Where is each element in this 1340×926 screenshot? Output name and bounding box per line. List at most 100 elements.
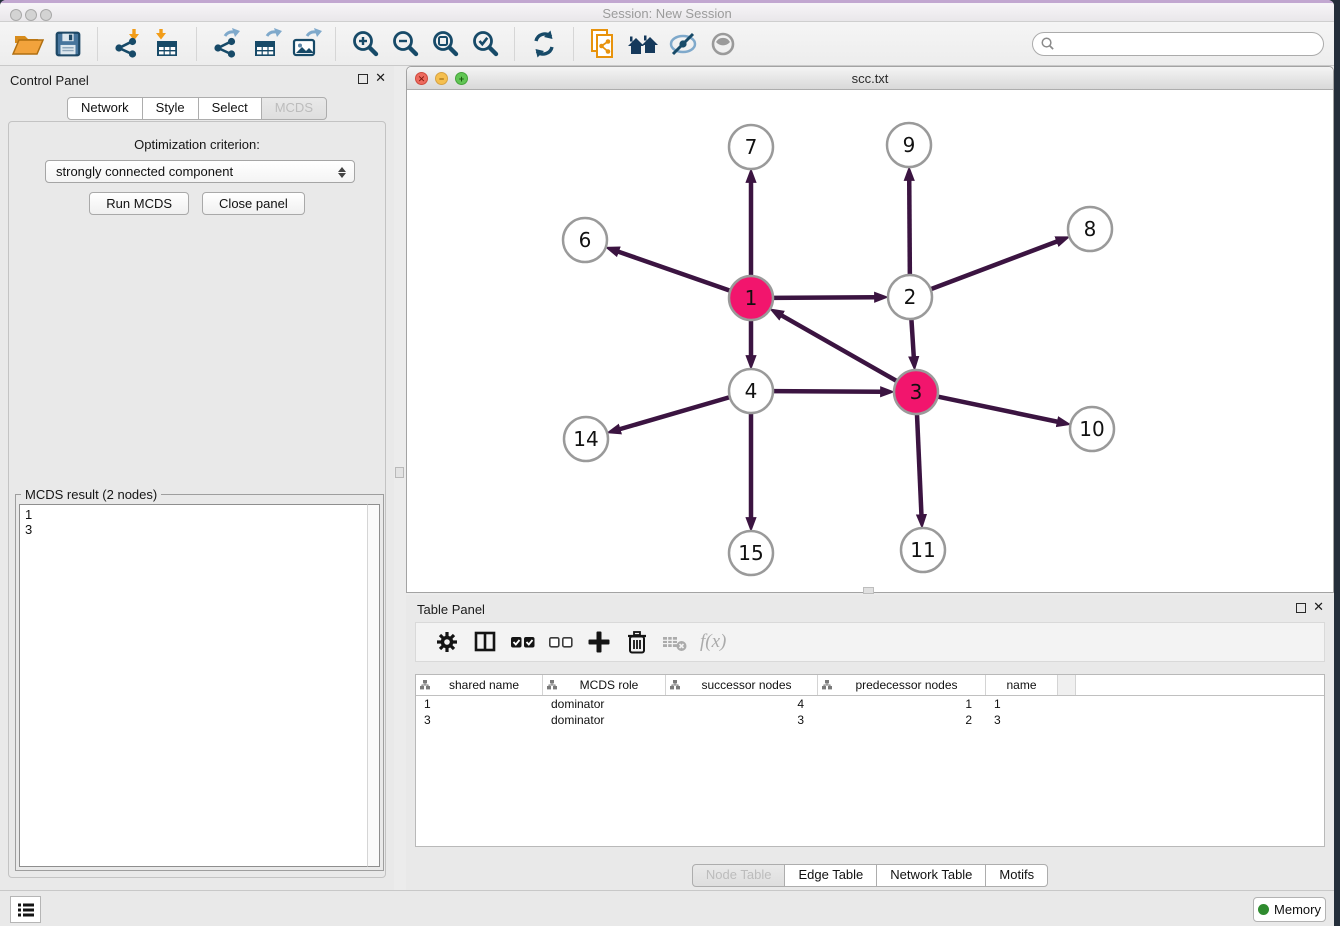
node-14[interactable]: 14 bbox=[564, 417, 608, 461]
import-table-icon[interactable] bbox=[150, 27, 184, 61]
tab-select[interactable]: Select bbox=[198, 97, 262, 120]
export-network-icon[interactable] bbox=[209, 27, 243, 61]
table-cell[interactable]: 1 bbox=[818, 696, 986, 712]
control-panel-header: Control Panel ✕ bbox=[0, 66, 394, 94]
edge-4-3[interactable] bbox=[773, 391, 882, 392]
edge-2-8[interactable] bbox=[931, 241, 1059, 289]
result-scrollbar[interactable] bbox=[367, 504, 380, 867]
table-cell[interactable]: 1 bbox=[986, 696, 1058, 712]
tab-edge-table[interactable]: Edge Table bbox=[784, 864, 877, 887]
node-3[interactable]: 3 bbox=[894, 370, 938, 414]
run-mcds-button[interactable]: Run MCDS bbox=[89, 192, 189, 215]
table-cell[interactable]: 1 bbox=[416, 696, 543, 712]
apply-layout-icon[interactable] bbox=[527, 27, 561, 61]
mcds-result-text[interactable]: 1 3 bbox=[19, 504, 367, 867]
unselect-all-columns-icon[interactable] bbox=[546, 627, 576, 657]
export-image-icon[interactable] bbox=[289, 27, 323, 61]
node-8[interactable]: 8 bbox=[1068, 207, 1112, 251]
save-session-icon[interactable] bbox=[51, 27, 85, 61]
memory-status-icon bbox=[1258, 904, 1269, 915]
node-7[interactable]: 7 bbox=[729, 125, 773, 169]
attribute-tree-icon bbox=[420, 680, 430, 690]
toolbar-separator bbox=[335, 27, 336, 61]
network-from-selection-icon[interactable] bbox=[586, 27, 620, 61]
search-icon bbox=[1040, 36, 1055, 51]
node-15[interactable]: 15 bbox=[729, 531, 773, 575]
table-options-gear-icon[interactable] bbox=[432, 627, 462, 657]
node-1[interactable]: 1 bbox=[729, 276, 773, 320]
memory-label: Memory bbox=[1274, 902, 1321, 917]
edge-4-14[interactable] bbox=[619, 397, 730, 429]
table-cell[interactable]: 3 bbox=[416, 712, 543, 728]
table-cell[interactable]: 2 bbox=[818, 712, 986, 728]
create-column-plus-icon[interactable] bbox=[584, 627, 614, 657]
status-bar: Memory bbox=[0, 890, 1334, 926]
column-header-successor-nodes[interactable]: successor nodes bbox=[666, 675, 818, 695]
node-6[interactable]: 6 bbox=[563, 218, 607, 262]
node-label: 7 bbox=[745, 135, 758, 159]
edge-3-10[interactable] bbox=[938, 397, 1059, 422]
import-network-icon[interactable] bbox=[110, 27, 144, 61]
table-cell[interactable]: dominator bbox=[543, 696, 666, 712]
column-header-name[interactable]: name bbox=[986, 675, 1058, 695]
zoom-out-icon[interactable] bbox=[388, 27, 422, 61]
memory-button[interactable]: Memory bbox=[1253, 897, 1326, 922]
task-history-button[interactable] bbox=[10, 896, 41, 923]
search-input[interactable] bbox=[1055, 35, 1323, 53]
zoom-fit-icon[interactable] bbox=[428, 27, 462, 61]
show-all-icon[interactable] bbox=[706, 27, 740, 61]
close-panel-button[interactable]: Close panel bbox=[202, 192, 305, 215]
float-table-panel-icon[interactable] bbox=[1296, 603, 1306, 613]
node-9[interactable]: 9 bbox=[887, 123, 931, 167]
search-field[interactable] bbox=[1032, 32, 1324, 56]
table-panel-title: Table Panel bbox=[417, 602, 485, 617]
node-label: 14 bbox=[573, 427, 598, 451]
delete-column-trash-icon[interactable] bbox=[622, 627, 652, 657]
tab-motifs[interactable]: Motifs bbox=[985, 864, 1048, 887]
criterion-dropdown[interactable]: strongly connected component bbox=[45, 160, 355, 183]
show-column-panel-icon[interactable] bbox=[470, 627, 500, 657]
table-cell[interactable]: dominator bbox=[543, 712, 666, 728]
edge-3-11[interactable] bbox=[917, 414, 922, 516]
node-table: shared nameMCDS rolesuccessor nodesprede… bbox=[415, 674, 1325, 847]
node-4[interactable]: 4 bbox=[729, 369, 773, 413]
tab-style[interactable]: Style bbox=[142, 97, 199, 120]
vertical-split-handle[interactable] bbox=[395, 467, 404, 478]
tab-network-table[interactable]: Network Table bbox=[876, 864, 986, 887]
zoom-selected-icon[interactable] bbox=[468, 27, 502, 61]
first-neighbors-icon[interactable] bbox=[626, 27, 660, 61]
hide-selected-icon[interactable] bbox=[666, 27, 700, 61]
export-table-icon[interactable] bbox=[249, 27, 283, 61]
horizontal-split-handle[interactable] bbox=[863, 587, 874, 594]
table-cell[interactable]: 4 bbox=[666, 696, 818, 712]
tab-node-table[interactable]: Node Table bbox=[692, 864, 786, 887]
edge-2-9[interactable] bbox=[909, 179, 910, 275]
open-session-icon[interactable] bbox=[11, 27, 45, 61]
table-body: 1dominator4113dominator323 bbox=[416, 696, 1324, 728]
network-canvas[interactable]: 7 9 6 8 1 2 4 3 14 10 15 11 bbox=[407, 90, 1333, 592]
table-row[interactable]: 3dominator323 bbox=[416, 712, 1324, 728]
column-header-shared-name[interactable]: shared name bbox=[416, 675, 543, 695]
node-10[interactable]: 10 bbox=[1070, 407, 1114, 451]
tab-network[interactable]: Network bbox=[67, 97, 143, 120]
float-panel-icon[interactable] bbox=[358, 74, 368, 84]
table-row[interactable]: 1dominator411 bbox=[416, 696, 1324, 712]
table-cell[interactable]: 3 bbox=[986, 712, 1058, 728]
node-label: 3 bbox=[910, 380, 923, 404]
edge-3-1[interactable] bbox=[781, 315, 897, 381]
column-header-predecessor-nodes[interactable]: predecessor nodes bbox=[818, 675, 986, 695]
node-11[interactable]: 11 bbox=[901, 528, 945, 572]
tab-mcds[interactable]: MCDS bbox=[261, 97, 327, 120]
edge-2-3[interactable] bbox=[911, 319, 913, 358]
close-table-panel-icon[interactable]: ✕ bbox=[1313, 599, 1324, 615]
mcds-result-group: MCDS result (2 nodes) 1 3 bbox=[15, 494, 384, 871]
edge-1-6[interactable] bbox=[617, 251, 730, 291]
select-all-columns-icon[interactable] bbox=[508, 627, 538, 657]
edge-1-2[interactable] bbox=[773, 297, 876, 298]
node-2[interactable]: 2 bbox=[888, 275, 932, 319]
column-header-MCDS-role[interactable]: MCDS role bbox=[543, 675, 666, 695]
close-panel-icon[interactable]: ✕ bbox=[375, 70, 386, 86]
column-header-filler bbox=[1058, 675, 1076, 695]
table-cell[interactable]: 3 bbox=[666, 712, 818, 728]
zoom-in-icon[interactable] bbox=[348, 27, 382, 61]
